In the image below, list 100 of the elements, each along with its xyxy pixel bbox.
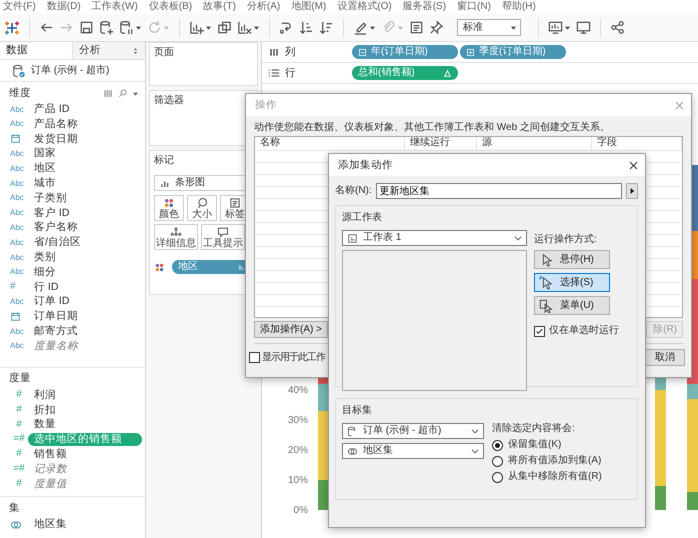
field-name[interactable]: 订单 ID	[34, 295, 70, 308]
menu-item[interactable]: 分析(A)	[246, 1, 280, 13]
data-source-dropdown[interactable]: 订单 (示例 - 超市)	[342, 423, 484, 439]
radio-button[interactable]	[492, 472, 503, 482]
shelf-label: 列	[285, 46, 296, 58]
run-option-button[interactable]: 选择(S)	[534, 273, 610, 292]
field-name[interactable]: 地区集	[34, 518, 67, 531]
monitor-icon[interactable]	[576, 20, 591, 35]
radio-button[interactable]	[492, 440, 503, 450]
menu-item[interactable]: 设置格式(O)	[337, 1, 392, 13]
run-option-button[interactable]: 悬停(H)	[534, 250, 610, 269]
menu-item[interactable]: 文件(F)	[3, 1, 36, 13]
axis-label: 30%	[288, 415, 308, 426]
menu-item[interactable]: 数据(D)	[46, 1, 81, 13]
menu-item[interactable]: 仪表板(B)	[148, 1, 192, 13]
caret-icon[interactable]	[253, 24, 260, 31]
database-plus-icon[interactable]	[99, 20, 114, 35]
check-icon	[535, 326, 544, 336]
caret-icon[interactable]	[135, 24, 142, 31]
cross-logo-icon[interactable]	[4, 20, 20, 36]
field-name[interactable]: 记录数	[34, 462, 67, 476]
field-name[interactable]: 数量	[34, 418, 56, 431]
menu-item[interactable]: 工作表(W)	[92, 1, 138, 13]
calendar-icon	[10, 133, 21, 144]
detail-icon	[170, 226, 182, 238]
field-name[interactable]: 订单日期	[34, 310, 78, 323]
menu-item[interactable]: 地图(M)	[291, 1, 326, 13]
section-title: 集	[9, 502, 20, 514]
field-name[interactable]: 度量值	[34, 478, 67, 490]
field-name[interactable]: 产品名称	[34, 118, 78, 130]
expand-button[interactable]	[626, 183, 638, 199]
search-icon[interactable]	[118, 88, 128, 98]
column-view-icon[interactable]	[103, 88, 114, 98]
marks-property-button[interactable]: 大小	[187, 195, 217, 221]
field-name[interactable]: 产品 ID	[34, 103, 70, 116]
axis-label: 40%	[288, 385, 308, 396]
field-name[interactable]: 销售额	[34, 448, 67, 460]
field-name[interactable]: 子类别	[34, 192, 67, 204]
data-source-name[interactable]: 订单 (示例 - 超市)	[31, 64, 110, 76]
pointer-click-icon	[539, 276, 553, 290]
checkbox[interactable]	[534, 326, 545, 336]
text-box-icon[interactable]	[409, 20, 424, 35]
share-icon[interactable]	[610, 20, 625, 35]
menu-item[interactable]: 服务器(S)	[402, 1, 446, 13]
sheet-dropdown[interactable]: 工作表 1	[342, 230, 527, 246]
type-icon: #	[10, 280, 34, 293]
pane-tab[interactable]: 分析	[73, 42, 145, 59]
marks-property-button[interactable]: 工具提示	[201, 224, 245, 250]
field-name[interactable]: 度量名称	[34, 340, 78, 352]
field-name[interactable]: 邮寄方式	[34, 325, 78, 338]
checkbox[interactable]	[249, 352, 260, 363]
sort-ascending-icon[interactable]	[299, 20, 314, 35]
column-header[interactable]: 源	[482, 137, 492, 148]
marks-property-button[interactable]: 颜色	[154, 195, 184, 221]
set-icon	[347, 446, 358, 456]
field-name[interactable]: 类别	[34, 251, 56, 264]
add-action-button[interactable]: 添加操作(A) >	[254, 321, 328, 338]
database-pause-icon[interactable]	[119, 20, 134, 35]
set-dropdown[interactable]: 地区集	[342, 443, 484, 459]
close-icon[interactable]	[628, 160, 639, 170]
field-name[interactable]: 行 ID	[34, 280, 58, 294]
swap-icon[interactable]	[279, 20, 294, 35]
field-label: 清除选定内容将会:	[492, 423, 576, 435]
caret-icon[interactable]	[132, 90, 139, 96]
field-name[interactable]: 折扣	[34, 404, 56, 416]
chart-clear-icon[interactable]	[237, 20, 252, 35]
menu-item[interactable]: 帮助(H)	[502, 1, 536, 13]
column-header[interactable]: 名称	[260, 137, 280, 148]
name-field[interactable]: 更新地区集	[376, 183, 622, 199]
field-name[interactable]: 发货日期	[34, 132, 78, 146]
chart-icon[interactable]	[548, 20, 563, 35]
marks-property-button[interactable]: 详细信息	[154, 224, 198, 250]
cancel-button[interactable]: 取消	[645, 349, 685, 366]
field-name[interactable]: 细分	[34, 266, 56, 278]
pin-icon[interactable]	[429, 20, 444, 35]
field-name[interactable]: 国家	[34, 147, 56, 160]
radio-button[interactable]	[492, 456, 503, 466]
caret-icon[interactable]	[205, 24, 212, 31]
duplicate-icon[interactable]	[217, 20, 232, 35]
save-icon[interactable]	[79, 20, 94, 35]
column-header[interactable]: 字段	[597, 137, 617, 148]
pen-icon[interactable]	[353, 20, 368, 35]
field-name[interactable]: 客户 ID	[34, 206, 70, 220]
field-name[interactable]: 地区	[34, 162, 56, 175]
chart-plus-icon[interactable]	[189, 20, 204, 35]
column-header[interactable]: 继续运行	[410, 137, 450, 148]
axis-label: 10%	[288, 475, 308, 486]
field-name[interactable]: 利润	[34, 388, 56, 402]
sort-descending-icon[interactable]	[319, 20, 334, 35]
caret-icon[interactable]	[564, 24, 571, 31]
field-name[interactable]: 省/自治区	[34, 236, 81, 249]
menu-item[interactable]: 故事(T)	[203, 1, 236, 13]
caret-icon	[510, 24, 517, 31]
run-option-button[interactable]: 菜单(U)	[534, 296, 610, 315]
menu-item[interactable]: 窗口(N)	[457, 1, 491, 13]
caret-icon[interactable]	[369, 24, 376, 31]
field-name[interactable]: 城市	[34, 177, 56, 190]
view-size-dropdown[interactable]: 标准	[457, 19, 521, 36]
field-name[interactable]: 客户名称	[34, 221, 78, 234]
type-icon: Abc	[10, 164, 34, 174]
